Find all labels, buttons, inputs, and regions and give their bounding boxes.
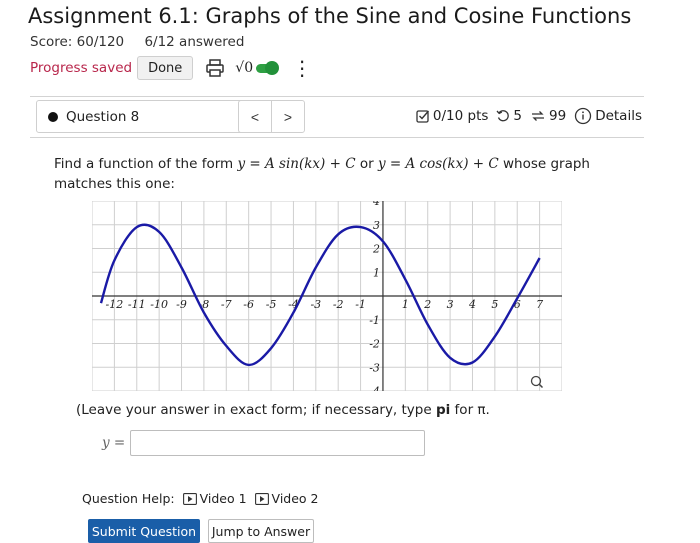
progress-saved-status: Progress saved [30,60,133,76]
function-graph: -12 -11 -10 -9 -8 -7 -6 -5 -4 -3 -2 -1 1 2 3 4 5 6 74321-1… [92,201,562,391]
video-icon [182,492,197,505]
x-tick-label: -3 [310,298,321,311]
info-icon [575,107,592,125]
question-nav-bar: Question 8 < > 0/10 pts 5 99 Details [30,96,644,138]
x-tick-label: -9 [176,298,187,311]
jump-to-answer-button[interactable]: Jump to Answer [208,519,314,543]
video-1-link[interactable]: Video 1 [182,491,247,506]
x-tick-label: 1 [402,298,409,311]
x-tick-label: -2 [333,298,344,311]
instructions-after: for π. [450,402,490,418]
x-tick-label: -10 [150,298,168,311]
y-tick-label: 1 [373,266,380,279]
print-icon[interactable] [205,58,225,78]
x-tick-label: 5 [491,298,498,311]
sqrt-icon: √0 [235,60,254,76]
question-select[interactable]: Question 8 [36,100,258,133]
answer-instructions: (Leave your answer in exact form; if nec… [76,402,490,418]
video-2-link[interactable]: Video 2 [254,491,319,506]
y-tick-label: 2 [372,243,380,256]
x-tick-label: 3 [447,298,454,311]
attempts-count: 99 [549,108,567,124]
points-item: 0/10 pts [416,108,489,124]
x-tick-label: -7 [221,298,232,311]
retries-count: 5 [513,108,522,124]
more-options-icon[interactable]: ⋮ [292,58,312,78]
video-icon [254,492,269,505]
answer-row: y = [102,430,425,456]
details-label: Details [595,108,642,124]
progress-row: Progress saved Done √0 ⋮ [30,54,312,82]
instructions-pi: pi [435,402,451,418]
instructions-before: (Leave your answer in exact form; if nec… [76,402,436,418]
y-tick-label: 3 [373,219,380,232]
answered-count: 6/12 answered [144,34,245,50]
prompt-or: or [355,156,378,172]
form-sine: y = A sin(kx) + C [237,156,356,172]
y-tick-label: -4 [369,385,380,391]
question-help-label: Question Help: [82,491,175,506]
x-tick-label: 4 [468,298,476,311]
submit-question-button[interactable]: Submit Question [88,519,200,543]
math-entry-toggle[interactable]: √0 [235,60,280,76]
x-tick-label: -11 [128,298,146,311]
attempts-item: 99 [530,108,566,124]
points-text: 0/10 pts [432,108,489,124]
answer-label: y = [102,435,126,451]
form-cosine: y = A cos(kx) + C [377,156,499,172]
attempts-icon [532,111,544,121]
question-select-label: Question 8 [66,108,140,125]
y-tick-label: -3 [369,361,380,374]
x-tick-label: 2 [423,298,431,311]
score-row: Score: 60/120 6/12 answered [30,34,260,50]
x-tick-label: -12 [106,298,124,311]
page-title: Assignment 6.1: Graphs of the Sine and C… [28,4,632,28]
previous-question-button[interactable]: < [238,100,272,133]
details-link[interactable]: Details [574,107,642,125]
video-2-label: Video 2 [271,491,319,506]
score-text: Score: 60/120 [30,34,125,50]
next-question-button[interactable]: > [271,100,305,133]
question-meta: 0/10 pts 5 99 Details [408,107,642,125]
x-tick-label: -1 [355,298,366,311]
prompt-text-before: Find a function of the form [54,156,238,172]
answer-input[interactable] [130,430,425,456]
done-button[interactable]: Done [137,56,194,80]
question-status-dot [48,111,58,122]
video-1-label: Video 1 [199,491,247,506]
question-help: Question Help: Video 1 Video 2 [82,491,319,506]
x-tick-label: -6 [243,298,254,311]
checkbox-icon [416,110,429,123]
x-tick-label: 7 [536,298,543,311]
retries-item: 5 [496,108,522,124]
question-prompt: Find a function of the form y = A sin(kx… [54,154,614,194]
y-tick-label: -1 [369,314,380,327]
retry-icon [496,110,510,122]
y-tick-label: -2 [369,338,380,351]
x-tick-label: -5 [266,298,277,311]
toggle-switch[interactable] [256,60,280,75]
y-tick-label: 4 [372,201,380,208]
